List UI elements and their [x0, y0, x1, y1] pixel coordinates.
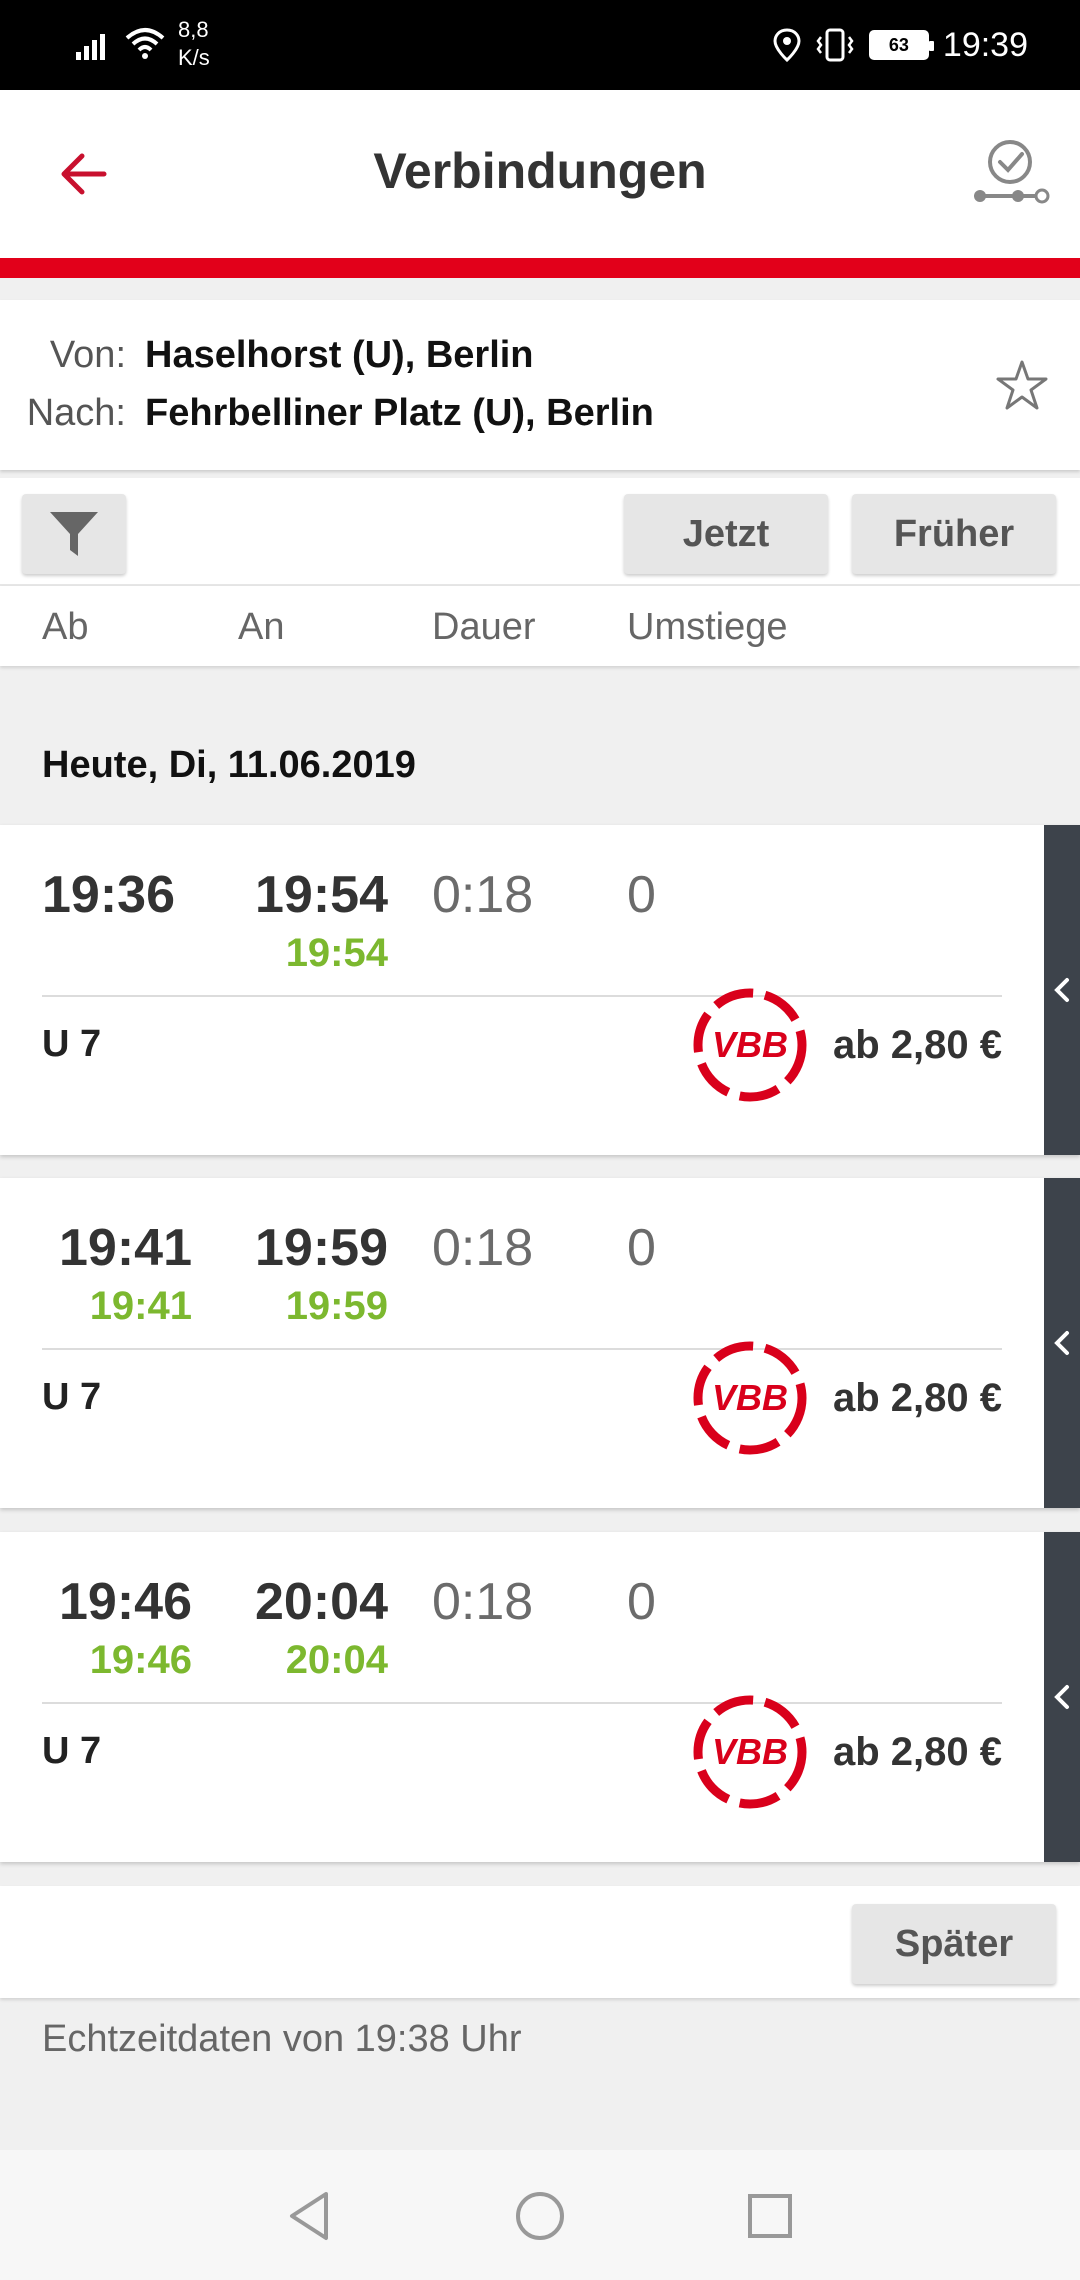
arrival-time: 20:04 — [255, 1573, 388, 1631]
expand-handle[interactable] — [1044, 825, 1080, 1155]
transfers: 0 — [627, 1573, 656, 1631]
departure-time: 19:41 — [59, 1219, 192, 1277]
wifi-icon — [125, 28, 165, 59]
connection-card[interactable]: 19:36 19:54 0:18 0 19:54 U 7 VBB ab 2,80 € — [0, 825, 1080, 1155]
divider — [42, 1702, 1002, 1704]
chevron-left-icon — [1054, 1331, 1069, 1355]
realtime-note: Echtzeitdaten von 19:38 Uhr — [42, 2018, 522, 2060]
route-summary: Von: Haselhorst (U), Berlin Nach: Fehrbe… — [0, 300, 1080, 470]
later-row: Später — [0, 1886, 1080, 1998]
filter-button[interactable] — [22, 494, 126, 574]
departure-time: 19:36 — [42, 866, 175, 924]
connection-card[interactable]: 19:46 20:04 0:18 0 19:46 20:04 U 7 VBB ab 2,80 € — [0, 1532, 1080, 1862]
accent-bar — [0, 258, 1080, 278]
vbb-logo-text: VBB — [712, 1377, 788, 1418]
vbb-logo-text: VBB — [712, 1024, 788, 1065]
price: ab 2,80 € — [832, 1023, 1002, 1067]
from-label: Von: — [49, 334, 126, 376]
battery-icon: 63 — [868, 30, 934, 60]
system-nav-bar — [0, 2150, 1080, 2280]
arrival-realtime: 19:59 — [285, 1284, 388, 1328]
filter-icon — [50, 512, 98, 556]
nav-home-icon[interactable] — [510, 2186, 570, 2246]
line-label: U 7 — [42, 1730, 102, 1772]
transfers: 0 — [627, 866, 656, 924]
expand-handle[interactable] — [1044, 1532, 1080, 1862]
departure-realtime: 19:46 — [89, 1638, 192, 1682]
to-label: Nach: — [26, 392, 126, 434]
now-button[interactable]: Jetzt — [624, 494, 828, 574]
departure-realtime: 19:41 — [89, 1284, 192, 1328]
divider — [42, 995, 1002, 997]
from-value[interactable]: Haselhorst (U), Berlin — [145, 334, 534, 377]
toolbar: Jetzt Früher — [0, 478, 1080, 586]
nav-back-icon[interactable] — [280, 2186, 340, 2246]
arrival-realtime: 20:04 — [285, 1638, 388, 1682]
vbb-logo-text: VBB — [712, 1731, 788, 1772]
departure-time: 19:46 — [59, 1573, 192, 1631]
divider — [42, 1348, 1002, 1350]
arrival-realtime: 19:54 — [285, 931, 388, 975]
chevron-left-icon — [1054, 1685, 1069, 1709]
arrival-time: 19:59 — [255, 1219, 388, 1277]
network-speed: 8,8 K/s — [178, 17, 210, 70]
later-button[interactable]: Später — [852, 1904, 1056, 1984]
nav-recents-icon[interactable] — [740, 2186, 800, 2246]
duration: 0:18 — [432, 866, 534, 924]
date-header: Heute, Di, 11.06.2019 — [42, 744, 416, 786]
clock: 19:39 — [942, 25, 1028, 64]
column-headers: Ab An Dauer Umstiege — [0, 586, 1080, 666]
expand-handle[interactable] — [1044, 1178, 1080, 1508]
col-arrival: An — [238, 606, 285, 648]
line-label: U 7 — [42, 1023, 102, 1065]
vbb-logo: VBB — [693, 1341, 807, 1455]
signal-icon — [76, 34, 105, 60]
star-outline-icon[interactable] — [994, 358, 1050, 414]
check-route-icon[interactable] — [970, 138, 1050, 208]
line-label: U 7 — [42, 1376, 102, 1418]
location-icon — [773, 28, 801, 62]
vbb-logo: VBB — [693, 1695, 807, 1809]
transfers: 0 — [627, 1219, 656, 1277]
to-value[interactable]: Fehrbelliner Platz (U), Berlin — [145, 392, 654, 435]
app-bar: Verbindungen — [0, 90, 1080, 258]
duration: 0:18 — [432, 1573, 534, 1631]
status-bar: 8,8 K/s 63 19:39 — [0, 0, 1080, 90]
col-duration: Dauer — [432, 606, 536, 648]
price: ab 2,80 € — [832, 1730, 1002, 1774]
price: ab 2,80 € — [832, 1376, 1002, 1420]
earlier-button[interactable]: Früher — [852, 494, 1056, 574]
duration: 0:18 — [432, 1219, 534, 1277]
col-transfers: Umstiege — [627, 606, 788, 648]
vibrate-icon — [816, 28, 854, 62]
arrival-time: 19:54 — [255, 866, 388, 924]
chevron-left-icon — [1054, 978, 1069, 1002]
vbb-logo: VBB — [693, 988, 807, 1102]
page-title: Verbindungen — [373, 143, 707, 199]
connection-card[interactable]: 19:41 19:59 0:18 0 19:41 19:59 U 7 VBB ab 2,80 € — [0, 1178, 1080, 1508]
col-departure: Ab — [42, 606, 89, 648]
